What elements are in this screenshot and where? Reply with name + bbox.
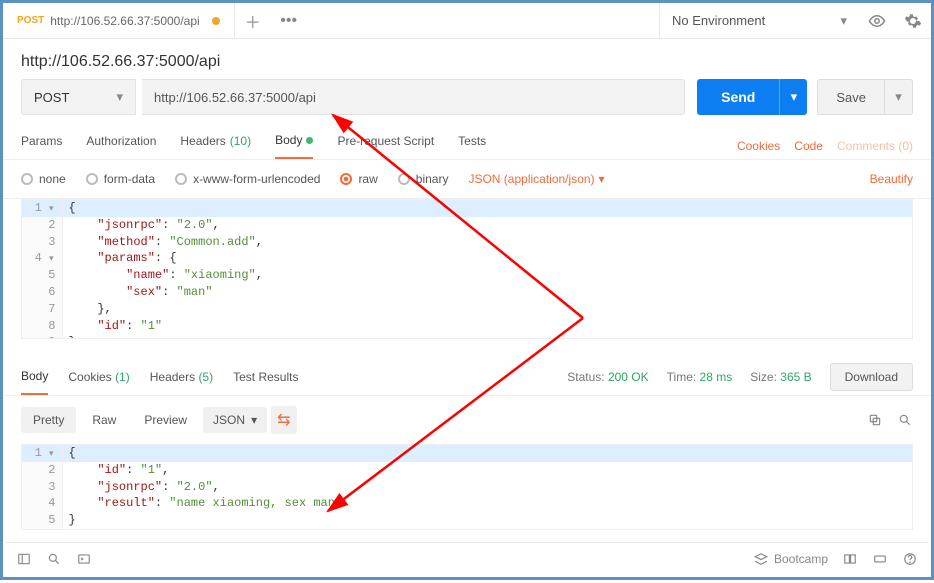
viewtab-pretty[interactable]: Pretty bbox=[21, 407, 76, 433]
beautify-link[interactable]: Beautify bbox=[870, 172, 913, 186]
body-type-xwww[interactable]: x-www-form-urlencoded bbox=[175, 172, 320, 186]
response-tabs: Body Cookies (1) Headers (5) Test Result… bbox=[3, 359, 931, 396]
comments-link[interactable]: Comments (0) bbox=[837, 139, 913, 153]
time-value: 28 ms bbox=[700, 370, 733, 384]
response-view-tabs: Pretty Raw Preview JSON▾ ⇆ bbox=[3, 396, 931, 444]
status-value: 200 OK bbox=[608, 370, 649, 384]
cookies-link[interactable]: Cookies bbox=[737, 139, 780, 153]
size-value: 365 B bbox=[780, 370, 811, 384]
resp-tab-headers[interactable]: Headers (5) bbox=[150, 360, 213, 394]
save-dropdown[interactable]: ▾ bbox=[885, 79, 913, 115]
tab-prerequest[interactable]: Pre-request Script bbox=[337, 134, 434, 158]
status-bar: Bootcamp bbox=[6, 542, 928, 574]
top-tab-bar: POST http://106.52.66.37:5000/api ＋ ••• … bbox=[3, 3, 931, 39]
tab-url: http://106.52.66.37:5000/api bbox=[50, 14, 199, 28]
tab-options-button[interactable]: ••• bbox=[271, 3, 307, 39]
method-select-label: POST bbox=[34, 90, 69, 105]
chevron-down-icon: ▾ bbox=[599, 172, 605, 186]
request-subtabs: Params Authorization Headers (10) Body P… bbox=[3, 115, 931, 160]
body-type-none[interactable]: none bbox=[21, 172, 66, 186]
chevron-down-icon: ▾ bbox=[840, 13, 847, 29]
resp-tab-body[interactable]: Body bbox=[21, 359, 48, 395]
tab-params[interactable]: Params bbox=[21, 134, 62, 158]
resp-tab-cookies[interactable]: Cookies (1) bbox=[68, 360, 129, 394]
settings-button[interactable] bbox=[895, 3, 931, 39]
save-button[interactable]: Save bbox=[817, 79, 885, 115]
unsaved-dot-icon bbox=[212, 17, 220, 25]
body-type-binary[interactable]: binary bbox=[398, 172, 449, 186]
help-icon[interactable] bbox=[902, 551, 918, 567]
tab-headers[interactable]: Headers (10) bbox=[180, 134, 251, 158]
body-type-raw[interactable]: raw bbox=[340, 172, 377, 186]
request-tab[interactable]: POST http://106.52.66.37:5000/api bbox=[3, 3, 235, 38]
chevron-down-icon: ▾ bbox=[251, 413, 257, 427]
tab-method: POST bbox=[17, 15, 44, 26]
code-link[interactable]: Code bbox=[794, 139, 823, 153]
sidebar-toggle-icon[interactable] bbox=[16, 551, 32, 567]
resp-tab-tests[interactable]: Test Results bbox=[233, 360, 298, 394]
tab-authorization[interactable]: Authorization bbox=[86, 134, 156, 158]
console-icon[interactable] bbox=[76, 551, 92, 567]
body-type-formdata[interactable]: form-data bbox=[86, 172, 155, 186]
request-row: POST ▾ http://106.52.66.37:5000/api Send… bbox=[3, 79, 931, 115]
tab-body[interactable]: Body bbox=[275, 133, 313, 159]
raw-type-select[interactable]: JSON (application/json)▾ bbox=[468, 172, 604, 186]
bootcamp-button[interactable]: Bootcamp bbox=[754, 552, 828, 566]
send-dropdown[interactable]: ▾ bbox=[779, 79, 807, 115]
url-input[interactable]: http://106.52.66.37:5000/api bbox=[142, 79, 685, 115]
search-icon[interactable] bbox=[897, 412, 913, 428]
wrap-lines-button[interactable]: ⇆ bbox=[271, 406, 296, 434]
response-body-viewer[interactable]: 1 ▾{ 2 "id": "1", 3 "jsonrpc": "2.0", 4 … bbox=[21, 444, 913, 530]
find-icon[interactable] bbox=[46, 551, 62, 567]
keyboard-icon[interactable] bbox=[872, 551, 888, 567]
environment-label: No Environment bbox=[672, 13, 765, 28]
viewtab-preview[interactable]: Preview bbox=[132, 407, 199, 433]
method-select[interactable]: POST ▾ bbox=[21, 79, 136, 115]
body-indicator-dot bbox=[306, 137, 313, 144]
environment-quicklook-button[interactable] bbox=[859, 3, 895, 39]
chevron-down-icon: ▾ bbox=[116, 89, 123, 105]
response-format-select[interactable]: JSON▾ bbox=[203, 407, 267, 433]
viewtab-raw[interactable]: Raw bbox=[80, 407, 128, 433]
request-body-editor[interactable]: 1 ▾{ 2 "jsonrpc": "2.0", 3 "method": "Co… bbox=[21, 199, 913, 339]
environment-select[interactable]: No Environment ▾ bbox=[659, 3, 859, 39]
tab-tests[interactable]: Tests bbox=[458, 134, 486, 158]
copy-icon[interactable] bbox=[867, 412, 883, 428]
download-button[interactable]: Download bbox=[830, 363, 913, 391]
body-type-row: none form-data x-www-form-urlencoded raw… bbox=[3, 160, 931, 199]
new-tab-button[interactable]: ＋ bbox=[235, 3, 271, 39]
url-input-value: http://106.52.66.37:5000/api bbox=[154, 90, 316, 105]
send-button[interactable]: Send bbox=[697, 79, 779, 115]
two-pane-icon[interactable] bbox=[842, 551, 858, 567]
request-title: http://106.52.66.37:5000/api bbox=[3, 39, 931, 79]
